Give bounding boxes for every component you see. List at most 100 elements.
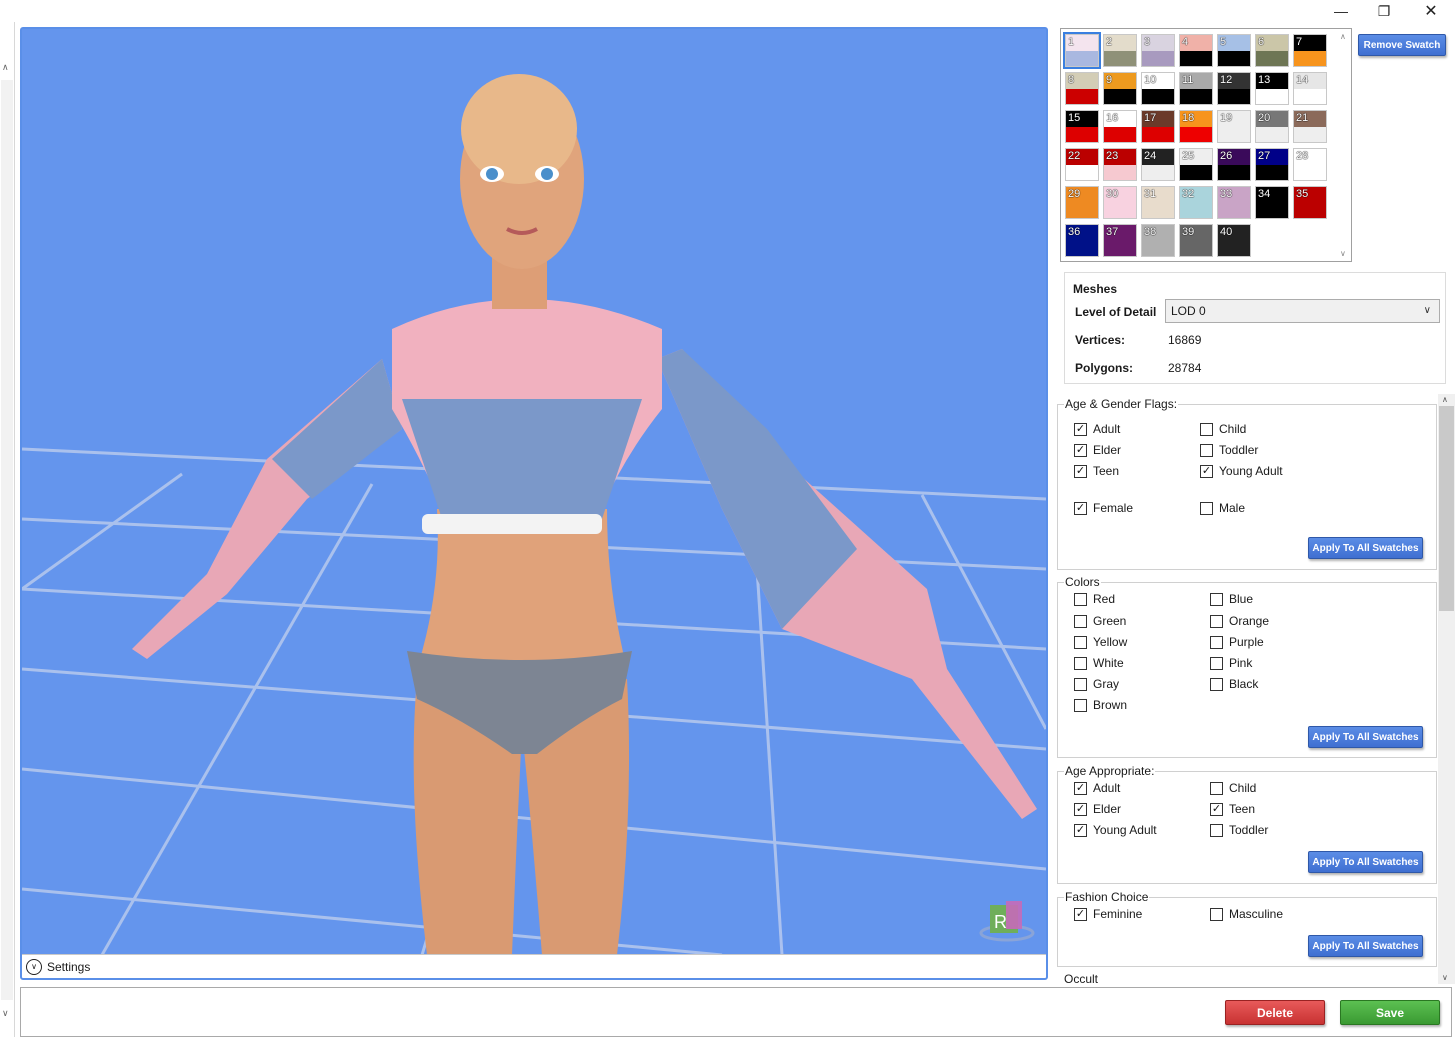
checkbox-purple[interactable]: Purple bbox=[1210, 635, 1264, 649]
checkbox-box[interactable] bbox=[1200, 422, 1213, 436]
swatch-item[interactable]: 21 bbox=[1293, 110, 1327, 143]
swatch-item[interactable]: 32 bbox=[1179, 186, 1213, 219]
checkbox-red[interactable]: Red bbox=[1074, 592, 1115, 606]
swatch-item[interactable]: 4 bbox=[1179, 34, 1213, 67]
checkbox-adult[interactable]: ✓ Adult bbox=[1074, 781, 1120, 795]
swatch-item[interactable]: 15 bbox=[1065, 110, 1099, 143]
swatch-item[interactable]: 30 bbox=[1103, 186, 1137, 219]
left-scrollbar[interactable]: ∧ ∨ bbox=[0, 22, 15, 1037]
checkbox-elder[interactable]: ✓ Elder bbox=[1074, 802, 1121, 816]
swatch-item[interactable]: 6 bbox=[1255, 34, 1289, 67]
swatch-item[interactable]: 23 bbox=[1103, 148, 1137, 181]
swatch-item[interactable]: 39 bbox=[1179, 224, 1213, 257]
checkbox-box[interactable] bbox=[1074, 698, 1087, 712]
checkbox-child[interactable]: Child bbox=[1210, 781, 1256, 795]
checkbox-pink[interactable]: Pink bbox=[1210, 656, 1252, 670]
age-appropriate-apply-button[interactable]: Apply To All Swatches bbox=[1308, 851, 1423, 873]
scroll-down-icon[interactable]: ∨ bbox=[1442, 973, 1448, 982]
scroll-down-icon[interactable]: ∨ bbox=[1340, 249, 1346, 258]
check-icon[interactable]: ✓ bbox=[1074, 907, 1087, 921]
swatch-item[interactable]: 16 bbox=[1103, 110, 1137, 143]
swatch-item[interactable]: 24 bbox=[1141, 148, 1175, 181]
swatch-item[interactable]: 19 bbox=[1217, 110, 1251, 143]
fashion-apply-button[interactable]: Apply To All Swatches bbox=[1308, 935, 1423, 957]
checkbox-gray[interactable]: Gray bbox=[1074, 677, 1119, 691]
checkbox-yellow[interactable]: Yellow bbox=[1074, 635, 1127, 649]
checkbox-box[interactable] bbox=[1074, 677, 1087, 691]
swatch-item[interactable]: 14 bbox=[1293, 72, 1327, 105]
lod-select[interactable]: LOD 0 ∨ bbox=[1165, 299, 1440, 323]
swatch-item[interactable]: 10 bbox=[1141, 72, 1175, 105]
left-scroll-track[interactable] bbox=[1, 80, 13, 1000]
swatch-scrollbar[interactable]: ∧ ∨ bbox=[1337, 29, 1351, 261]
checkbox-young-adult[interactable]: ✓ Young Adult bbox=[1074, 823, 1157, 837]
swatch-item[interactable]: 8 bbox=[1065, 72, 1099, 105]
swatch-item[interactable]: 36 bbox=[1065, 224, 1099, 257]
age-gender-apply-button[interactable]: Apply To All Swatches bbox=[1308, 537, 1423, 559]
swatch-item[interactable]: 20 bbox=[1255, 110, 1289, 143]
checkbox-box[interactable] bbox=[1210, 823, 1223, 837]
swatch-item[interactable]: 11 bbox=[1179, 72, 1213, 105]
checkbox-box[interactable] bbox=[1074, 592, 1087, 606]
checkbox-box[interactable] bbox=[1074, 635, 1087, 649]
checkbox-adult[interactable]: ✓ Adult bbox=[1074, 422, 1120, 436]
swatch-item[interactable]: 38 bbox=[1141, 224, 1175, 257]
check-icon[interactable]: ✓ bbox=[1074, 823, 1087, 837]
checkbox-box[interactable] bbox=[1074, 614, 1087, 628]
checkbox-box[interactable] bbox=[1210, 677, 1223, 691]
scroll-down-icon[interactable]: ∨ bbox=[2, 1008, 9, 1019]
swatch-item[interactable]: 34 bbox=[1255, 186, 1289, 219]
checkbox-box[interactable] bbox=[1210, 781, 1223, 795]
swatch-item[interactable]: 1 bbox=[1063, 32, 1101, 69]
checkbox-brown[interactable]: Brown bbox=[1074, 698, 1127, 712]
checkbox-box[interactable] bbox=[1210, 592, 1223, 606]
swatch-item[interactable]: 5 bbox=[1217, 34, 1251, 67]
swatch-item[interactable]: 37 bbox=[1103, 224, 1137, 257]
close-button[interactable]: ✕ bbox=[1408, 0, 1454, 22]
model-viewport[interactable]: R ∨ Settings bbox=[20, 27, 1048, 980]
checkbox-teen[interactable]: ✓ Teen bbox=[1074, 464, 1119, 478]
checkbox-black[interactable]: Black bbox=[1210, 677, 1258, 691]
swatch-item[interactable]: 12 bbox=[1217, 72, 1251, 105]
swatch-item[interactable]: 33 bbox=[1217, 186, 1251, 219]
colors-apply-button[interactable]: Apply To All Swatches bbox=[1308, 726, 1423, 748]
checkbox-box[interactable] bbox=[1210, 614, 1223, 628]
check-icon[interactable]: ✓ bbox=[1074, 781, 1087, 795]
checkbox-box[interactable] bbox=[1210, 635, 1223, 649]
swatch-item[interactable]: 29 bbox=[1065, 186, 1099, 219]
swatch-item[interactable]: 9 bbox=[1103, 72, 1137, 105]
checkbox-toddler[interactable]: Toddler bbox=[1200, 443, 1258, 457]
checkbox-box[interactable] bbox=[1210, 907, 1223, 921]
checkbox-male[interactable]: Male bbox=[1200, 501, 1245, 515]
check-icon[interactable]: ✓ bbox=[1074, 422, 1087, 436]
minimize-button[interactable]: — bbox=[1318, 0, 1364, 22]
scroll-up-icon[interactable]: ∧ bbox=[2, 62, 9, 73]
checkbox-child[interactable]: Child bbox=[1200, 422, 1246, 436]
checkbox-teen[interactable]: ✓ Teen bbox=[1210, 802, 1255, 816]
swatch-item[interactable]: 3 bbox=[1141, 34, 1175, 67]
scroll-up-icon[interactable]: ∧ bbox=[1442, 395, 1448, 404]
swatch-item[interactable]: 25 bbox=[1179, 148, 1213, 181]
checkbox-white[interactable]: White bbox=[1074, 656, 1124, 670]
check-icon[interactable]: ✓ bbox=[1200, 464, 1213, 478]
check-icon[interactable]: ✓ bbox=[1074, 464, 1087, 478]
checkbox-toddler[interactable]: Toddler bbox=[1210, 823, 1268, 837]
save-button[interactable]: Save bbox=[1340, 1000, 1440, 1025]
swatch-item[interactable]: 2 bbox=[1103, 34, 1137, 67]
check-icon[interactable]: ✓ bbox=[1074, 802, 1087, 816]
settings-expander[interactable]: ∨ Settings bbox=[22, 954, 1046, 978]
swatch-item[interactable]: 28 bbox=[1293, 148, 1327, 181]
swatch-item[interactable]: 7 bbox=[1293, 34, 1327, 67]
check-icon[interactable]: ✓ bbox=[1074, 443, 1087, 457]
swatch-item[interactable]: 31 bbox=[1141, 186, 1175, 219]
swatch-item[interactable]: 18 bbox=[1179, 110, 1213, 143]
chevron-down-icon[interactable]: ∨ bbox=[26, 958, 42, 975]
checkbox-green[interactable]: Green bbox=[1074, 614, 1126, 628]
check-icon[interactable]: ✓ bbox=[1074, 501, 1087, 515]
check-icon[interactable]: ✓ bbox=[1210, 802, 1223, 816]
scroll-up-icon[interactable]: ∧ bbox=[1340, 32, 1346, 41]
checkbox-masculine[interactable]: Masculine bbox=[1210, 907, 1283, 921]
checkbox-box[interactable] bbox=[1200, 501, 1213, 515]
restore-button[interactable]: ❐ bbox=[1361, 0, 1407, 22]
swatch-item[interactable]: 35 bbox=[1293, 186, 1327, 219]
